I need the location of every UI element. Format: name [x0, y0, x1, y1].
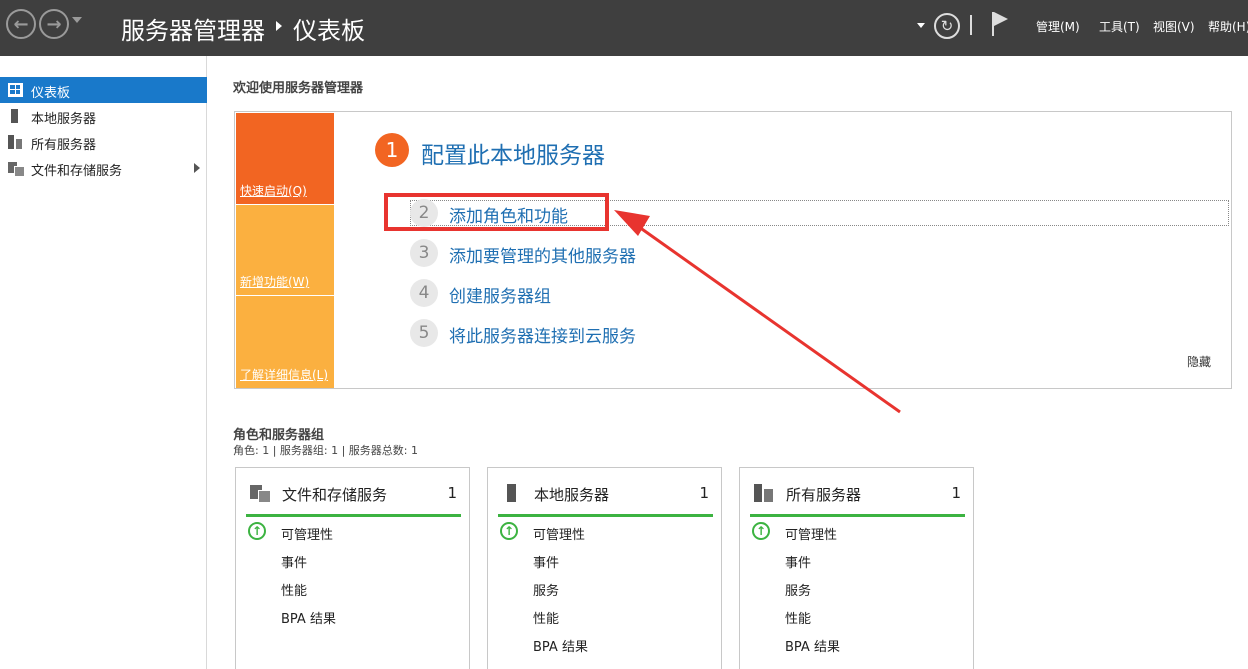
card-count: 1: [951, 484, 961, 502]
card-row-bpa[interactable]: BPA 结果: [533, 636, 588, 655]
history-dropdown-icon[interactable]: [72, 17, 82, 23]
app-title: 服务器管理器: [121, 17, 265, 45]
sidebar: 仪表板 本地服务器 所有服务器 文件和存储服务: [0, 56, 207, 669]
card-title: 所有服务器: [786, 486, 862, 504]
title-bar: ← → 服务器管理器 仪表板 ↻ 管理(M) 工具(T) 视图(V) 帮助(H): [0, 0, 1248, 56]
menu-tools[interactable]: 工具(T): [1099, 18, 1140, 35]
card-header[interactable]: 本地服务器 1: [498, 481, 713, 517]
server-icon: [502, 484, 522, 502]
card-row-performance[interactable]: 性能: [281, 580, 307, 599]
status-up-arrow-icon: ↑: [248, 522, 266, 540]
step-configure-local-server[interactable]: 配置此本地服务器: [421, 136, 605, 170]
tile-label: 新增功能(W): [240, 275, 310, 289]
card-row-services[interactable]: 服务: [785, 580, 811, 599]
menu-help[interactable]: 帮助(H): [1208, 18, 1248, 35]
tile-learn-more[interactable]: 了解详细信息(L): [236, 296, 334, 388]
card-row-manageability[interactable]: 可管理性: [533, 524, 585, 543]
card-row-events[interactable]: 事件: [281, 552, 307, 571]
status-up-arrow-icon: ↑: [500, 522, 518, 540]
card-header[interactable]: 所有服务器 1: [750, 481, 965, 517]
file-storage-icon: [250, 484, 271, 503]
sidebar-item-all-servers[interactable]: 所有服务器: [0, 129, 207, 155]
annotation-highlight-box: [384, 193, 609, 231]
file-storage-icon: [8, 161, 25, 177]
card-count: 1: [447, 484, 457, 502]
card-header[interactable]: 文件和存储服务 1: [246, 481, 461, 517]
refresh-dropdown-icon[interactable]: [917, 23, 925, 28]
forward-button[interactable]: →: [39, 9, 69, 39]
servers-icon: [8, 135, 23, 149]
refresh-icon[interactable]: ↻: [934, 13, 960, 39]
role-card-all-servers[interactable]: 所有服务器 1 ↑ 可管理性 事件 服务 性能 BPA 结果: [739, 467, 974, 669]
tile-whats-new[interactable]: 新增功能(W): [236, 205, 334, 295]
arrow-left-icon: ←: [13, 13, 29, 35]
card-count: 1: [699, 484, 709, 502]
step-number-4: 4: [410, 279, 438, 307]
sidebar-item-dashboard[interactable]: 仪表板: [0, 77, 207, 103]
card-row-events[interactable]: 事件: [533, 552, 559, 571]
sidebar-item-label: 本地服务器: [31, 112, 97, 127]
card-row-bpa[interactable]: BPA 结果: [785, 636, 840, 655]
hide-link[interactable]: 隐藏: [1187, 353, 1211, 370]
dashboard-grid-icon: [8, 83, 23, 97]
sidebar-item-label: 所有服务器: [31, 138, 97, 153]
breadcrumb-separator-icon: [276, 21, 282, 31]
step-link[interactable]: 将此服务器连接到云服务: [449, 322, 636, 347]
card-row-performance[interactable]: 性能: [785, 608, 811, 627]
servers-icon: [754, 484, 774, 502]
card-row-manageability[interactable]: 可管理性: [281, 524, 333, 543]
step-link[interactable]: 添加要管理的其他服务器: [449, 242, 636, 267]
roles-heading: 角色和服务器组: [233, 428, 325, 443]
card-row-performance[interactable]: 性能: [533, 608, 559, 627]
step-number-3: 3: [410, 239, 438, 267]
notifications-flag-icon[interactable]: [992, 12, 1012, 36]
sidebar-item-label: 仪表板: [31, 86, 71, 101]
tile-label: 了解详细信息(L): [240, 368, 329, 382]
role-card-local-server[interactable]: 本地服务器 1 ↑ 可管理性 事件 服务 性能 BPA 结果: [487, 467, 722, 669]
tile-label: 快速启动(Q): [240, 184, 307, 198]
step-number-1: 1: [375, 133, 409, 167]
card-row-services[interactable]: 服务: [533, 580, 559, 599]
expand-chevron-icon[interactable]: [194, 163, 200, 173]
divider: [970, 15, 972, 35]
card-row-manageability[interactable]: 可管理性: [785, 524, 837, 543]
page-title: 仪表板: [293, 17, 365, 45]
card-title: 本地服务器: [534, 486, 610, 504]
sidebar-item-local-server[interactable]: 本地服务器: [0, 103, 207, 129]
step-link[interactable]: 创建服务器组: [449, 282, 551, 307]
menu-view[interactable]: 视图(V): [1153, 18, 1195, 35]
status-up-arrow-icon: ↑: [752, 522, 770, 540]
welcome-heading: 欢迎使用服务器管理器: [233, 81, 364, 96]
card-row-bpa[interactable]: BPA 结果: [281, 608, 336, 627]
card-row-events[interactable]: 事件: [785, 552, 811, 571]
card-title: 文件和存储服务: [282, 486, 388, 504]
roles-summary: 角色: 1 | 服务器组: 1 | 服务器总数: 1: [233, 444, 419, 457]
arrow-right-icon: →: [46, 13, 62, 35]
back-button[interactable]: ←: [6, 9, 36, 39]
step-number-5: 5: [410, 319, 438, 347]
sidebar-item-label: 文件和存储服务: [31, 164, 123, 179]
tile-quick-start[interactable]: 快速启动(Q): [236, 113, 334, 204]
role-card-file-storage[interactable]: 文件和存储服务 1 ↑ 可管理性 事件 性能 BPA 结果: [235, 467, 470, 669]
server-icon: [11, 109, 18, 123]
sidebar-item-file-storage[interactable]: 文件和存储服务: [0, 155, 207, 181]
menu-manage[interactable]: 管理(M): [1036, 18, 1080, 35]
